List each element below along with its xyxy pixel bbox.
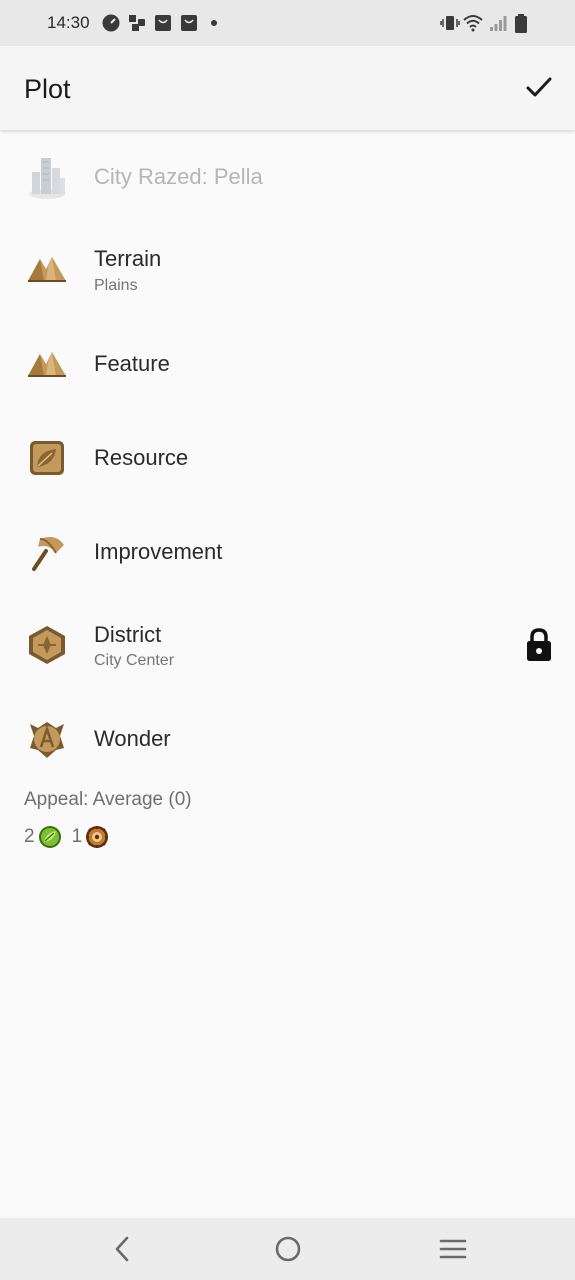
item-title: District	[94, 622, 162, 647]
menu-button[interactable]	[435, 1232, 471, 1266]
wonder-icon	[26, 718, 68, 760]
speedometer-icon	[102, 14, 120, 32]
wifi-icon	[463, 14, 483, 32]
hammer-icon	[26, 531, 68, 573]
item-title: Feature	[94, 351, 170, 376]
resource-icon	[26, 437, 68, 479]
food-yield-value: 2	[24, 826, 35, 847]
page-title: Plot	[24, 74, 71, 104]
list-item-improvement[interactable]: Improvement	[0, 506, 575, 598]
city-icon	[26, 154, 68, 199]
item-title: City Razed: Pella	[94, 164, 263, 189]
back-icon	[115, 1236, 129, 1262]
home-icon	[275, 1236, 301, 1262]
list-item-feature[interactable]: Feature	[0, 318, 575, 410]
battery-icon	[514, 14, 532, 33]
menu-icon	[439, 1239, 467, 1259]
list-item-terrain[interactable]: Terrain Plains	[0, 220, 575, 314]
app-icon	[128, 14, 146, 32]
checkmark-icon	[526, 77, 552, 97]
appeal-text: Appeal: Average (0)	[24, 789, 192, 810]
confirm-button[interactable]	[519, 68, 559, 108]
production-yield-value: 1	[71, 826, 83, 847]
home-button[interactable]	[270, 1232, 306, 1266]
mountain-icon	[26, 247, 68, 289]
mountain-icon	[26, 342, 68, 384]
status-time: 14:30	[47, 13, 90, 32]
district-icon	[26, 624, 68, 666]
yields: 2 1	[24, 824, 119, 850]
item-title: Improvement	[94, 539, 223, 564]
production-icon	[85, 825, 109, 849]
item-title: Terrain	[94, 246, 162, 271]
vibrate-icon	[440, 14, 460, 32]
shopping-bag-icon	[154, 14, 172, 32]
item-title: Resource	[94, 445, 189, 470]
navigation-bar	[0, 1218, 575, 1280]
dot-icon	[211, 20, 217, 26]
list-item-wonder[interactable]: Wonder	[0, 694, 575, 782]
item-title: Wonder	[94, 726, 171, 751]
item-subtitle: City Center	[94, 652, 175, 669]
signal-icon	[489, 14, 507, 32]
status-bar: 14:30	[0, 0, 575, 46]
list-item-city[interactable]: City Razed: Pella	[0, 134, 575, 220]
back-button[interactable]	[104, 1232, 140, 1266]
shopping-bag-icon	[180, 14, 198, 32]
list-item-resource[interactable]: Resource	[0, 412, 575, 504]
item-subtitle: Plains	[94, 277, 138, 294]
app-bar: Plot	[0, 46, 575, 130]
lock-icon	[525, 628, 553, 662]
list-item-district[interactable]: District City Center	[0, 598, 575, 694]
food-icon	[38, 825, 62, 849]
